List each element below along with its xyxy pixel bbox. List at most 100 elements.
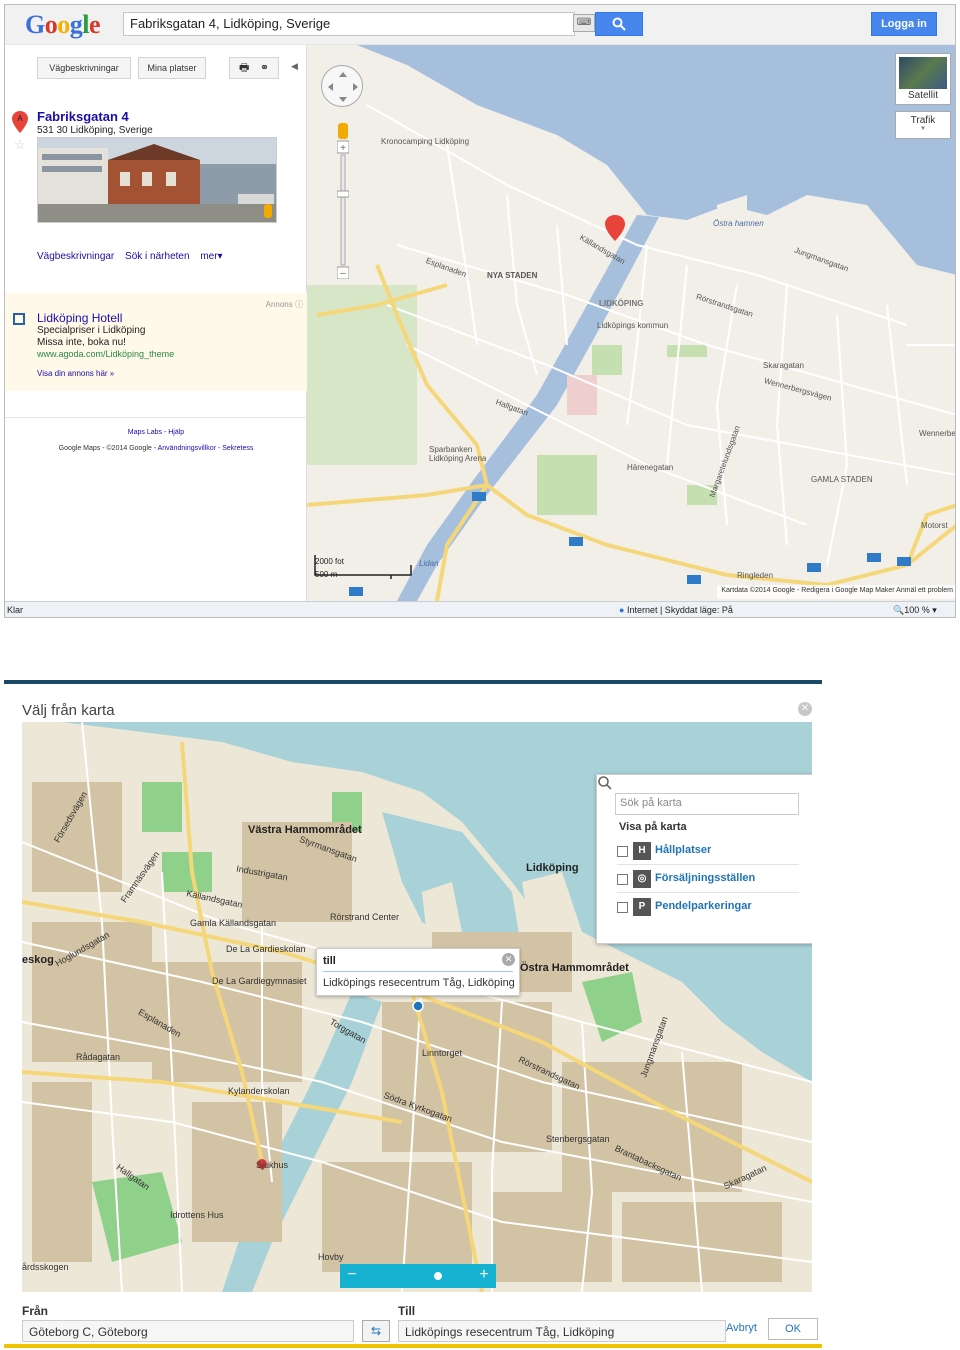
result-title[interactable]: Fabriksgatan 4	[37, 109, 129, 124]
footer-labs-help[interactable]: Maps Labs - Hjälp	[5, 429, 307, 436]
marker-a-icon[interactable]: A	[12, 111, 28, 133]
map-label-lidkoping: LIDKÖPING	[599, 299, 644, 308]
map-label-harenegatan: Härenegatan	[627, 463, 674, 472]
show-on-map-heading: Visa på karta	[619, 821, 687, 833]
layer-park-and-ride-label[interactable]: Pendelparkeringar	[655, 900, 752, 912]
link-icon[interactable]: ⚭	[260, 62, 269, 74]
divider	[5, 417, 307, 418]
footer-terms-link[interactable]: - Användningsvillkor - Sekretess	[154, 445, 254, 452]
search-icon[interactable]	[597, 775, 613, 791]
layer-sales-points-checkbox[interactable]	[617, 874, 628, 885]
map-label-idrottens-hus: Idrottens Hus	[170, 1210, 224, 1220]
browser-zoom[interactable]: 🔍100 % ▾	[893, 605, 937, 616]
security-zone[interactable]: ● Internet | Skyddat läge: På	[619, 605, 733, 615]
choose-from-map-dialog: Välj från karta ✕ Västra Hammområdet Öst…	[4, 680, 822, 1350]
to-field[interactable]: Lidköpings resecentrum Tåg, Lidköping	[398, 1320, 726, 1342]
ad-url[interactable]: www.agoda.com/Lidköping_theme	[37, 349, 174, 359]
own-ad-link[interactable]: Visa din annons här »	[37, 369, 114, 378]
stop-popup: till ✕ Lidköpings resecentrum Tåg, Lidkö…	[316, 948, 520, 996]
pan-arrows-icon	[328, 72, 358, 102]
street-view-thumbnail[interactable]	[37, 137, 277, 223]
traffic-toggle[interactable]: Trafik ▼	[895, 111, 951, 139]
my-places-button[interactable]: Mina platser	[138, 57, 206, 79]
security-zone-text: Internet | Skyddat läge: På	[626, 605, 733, 615]
zoom-level-handle[interactable]	[434, 1272, 442, 1280]
footer-legal: Google Maps - ©2014 Google - Användnings…	[5, 445, 307, 452]
zoom-out-button[interactable]: −	[340, 1264, 364, 1288]
ad-hotel-icon	[13, 313, 25, 325]
zoom-slider[interactable]: + –	[337, 119, 349, 279]
result-address: 531 30 Lidköping, Sverige	[37, 125, 153, 136]
status-text: Klar	[7, 605, 24, 615]
from-label: Från	[22, 1304, 49, 1318]
layer-sales-points-label[interactable]: Försäljningsställen	[655, 872, 755, 884]
marker-a-letter: A	[17, 114, 23, 123]
sponsored-ad: Annons ⓘ Lidköping Hotell Specialpriser …	[5, 293, 307, 391]
ok-button[interactable]: OK	[768, 1318, 818, 1340]
more-link[interactable]: mer▾	[200, 251, 222, 262]
print-icon[interactable]: 🖶	[239, 62, 249, 74]
layer-stops[interactable]: H Hållplatser	[617, 839, 799, 865]
collapse-panel-icon[interactable]: ◀	[291, 61, 298, 72]
satellite-thumbnail	[899, 57, 947, 89]
keyboard-icon[interactable]: ⌨	[573, 14, 595, 32]
pegman-icon[interactable]	[264, 204, 272, 218]
popup-divider	[323, 971, 513, 972]
sales-point-icon: ◎	[633, 870, 651, 888]
layer-park-and-ride[interactable]: P Pendelparkeringar	[617, 895, 799, 921]
map-label-motorst: Motorst	[921, 521, 948, 530]
zoom-icon: 🔍	[893, 605, 905, 615]
map-label-stenbergsgatan: Stenbergsgatan	[546, 1134, 610, 1144]
info-icon[interactable]: ⓘ	[295, 300, 303, 309]
popup-title: till	[323, 955, 336, 967]
layer-stops-checkbox[interactable]	[617, 846, 628, 857]
map-label-ardsskogen: årdsskogen	[22, 1262, 69, 1272]
layer-sales-points[interactable]: ◎ Försäljningsställen	[617, 867, 799, 893]
layer-park-and-ride-checkbox[interactable]	[617, 902, 628, 913]
globe-icon: ●	[619, 605, 625, 615]
from-field[interactable]: Göteborg C, Göteborg	[22, 1320, 354, 1342]
selected-stop-marker[interactable]	[412, 1000, 424, 1012]
map-label-sjukhus: Sjukhus	[256, 1160, 289, 1170]
zoom-control: − +	[340, 1264, 496, 1288]
swap-direction-button[interactable]: ⇆	[362, 1320, 390, 1342]
map-label-gamla-staden: GAMLA STADEN	[811, 475, 873, 484]
search-nearby-link[interactable]: Sök i närheten	[125, 251, 190, 262]
map-label-kronocamping: Kronocamping Lidköping	[381, 137, 470, 146]
map-label-eskog: eskog	[22, 954, 54, 966]
close-icon[interactable]: ✕	[798, 702, 812, 716]
chevron-down-icon: ▼	[920, 126, 926, 132]
map-search-input[interactable]: Sök på karta	[615, 793, 799, 815]
map-label-lidan: Lidan	[419, 559, 439, 568]
zoom-in-button[interactable]: +	[472, 1264, 496, 1288]
login-button[interactable]: Logga in	[871, 12, 937, 36]
result-directions-link[interactable]: Vägbeskrivningar	[37, 251, 114, 262]
map-copyright[interactable]: Kartdata ©2014 Google - Redigera i Googl…	[717, 585, 955, 599]
parking-icon: P	[633, 898, 651, 916]
map-label-wennerbe: Wennerbe	[919, 429, 956, 438]
map-label-ostra-hamnen: Östra hamnen	[713, 219, 764, 228]
maps-search-input[interactable]: Fabriksgatan 4, Lidköping, Sverige	[123, 12, 575, 36]
ad-line-1: Specialpriser i Lidköping	[37, 325, 146, 336]
map-label-de-la-gardieskolan: De La Gardieskolan	[226, 944, 306, 954]
map-label-de-la-gardiegymnasiet: De La Gardiegymnasiet	[212, 976, 307, 986]
satellite-toggle[interactable]: Satellit	[895, 53, 951, 105]
map-label-radagatan: Rådagatan	[76, 1052, 121, 1062]
result-links: Vägbeskrivningar Sök i närheten mer▾	[37, 251, 231, 262]
popup-stop-name[interactable]: Lidköpings resecentrum Tåg, Lidköping	[323, 977, 515, 989]
maps-search-button[interactable]	[595, 12, 643, 36]
popup-close-icon[interactable]: ✕	[502, 953, 515, 966]
star-icon[interactable]: ☆	[14, 137, 26, 153]
map-label-nya-staden: NYA STADEN	[487, 271, 538, 280]
map-label-sparbanken: Sparbanken Lidköping Arena	[429, 445, 487, 463]
google-map-canvas[interactable]: Kronocamping Lidköping NYA STADEN LIDKÖP…	[307, 45, 956, 601]
zoom-slider-graphic: + –	[337, 140, 349, 279]
pan-control[interactable]	[321, 65, 363, 107]
ad-title[interactable]: Lidköping Hotell	[37, 311, 122, 325]
ad-label: Annons ⓘ	[266, 299, 303, 310]
cancel-button[interactable]: Avbryt	[726, 1322, 757, 1334]
google-logo[interactable]: Google	[25, 10, 101, 40]
dialog-map-canvas[interactable]: Västra Hammområdet Östra Hammområdet Lid…	[22, 722, 812, 1292]
layer-stops-label[interactable]: Hållplatser	[655, 844, 711, 856]
directions-button[interactable]: Vägbeskrivningar	[37, 57, 131, 79]
